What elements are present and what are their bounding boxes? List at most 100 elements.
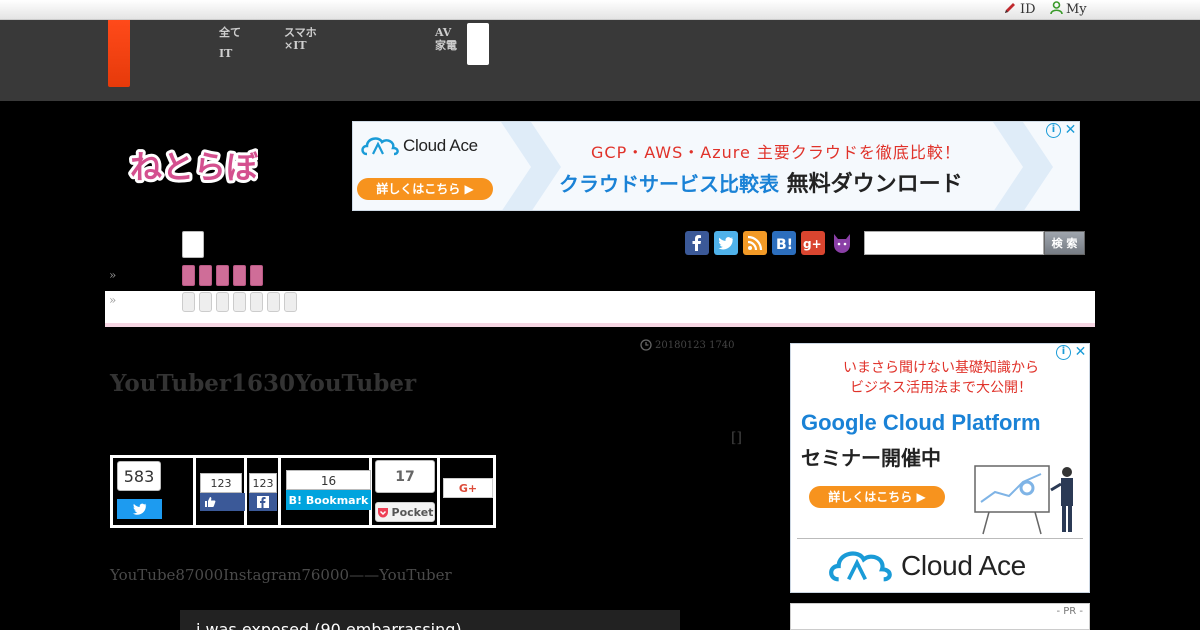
ad-info-icon[interactable]: i	[1056, 345, 1071, 360]
side-ad-line1: いまさら聞けない基礎知識から	[843, 360, 1039, 376]
side-banner-ad[interactable]: いまさら聞けない基礎知識から ビジネス活用法まで大公開！ Google Clou…	[790, 343, 1090, 593]
facebook-icon[interactable]	[685, 231, 709, 255]
nav-item-smartphone-line2: ×IT	[284, 39, 307, 52]
nav-item-av-line2: 家電	[435, 39, 457, 52]
share-buttons: 583 123 123 16 B! Bookmark 17 Pocket G+	[110, 455, 496, 528]
subcategory-tab[interactable]	[216, 292, 229, 312]
breadcrumb-marker: »	[109, 268, 117, 282]
subcategory-tab[interactable]	[182, 292, 195, 312]
subcategory-tab[interactable]	[199, 292, 212, 312]
utility-bar: ID My	[0, 0, 1200, 20]
publish-date-text: 20180123 1740	[655, 339, 735, 351]
ad-controls: i ✕	[1046, 123, 1078, 138]
my-link[interactable]: My	[1050, 1, 1087, 19]
side-ad-subhead: セミナー開催中	[801, 446, 941, 470]
nav-item-all[interactable]: 全て IT	[219, 26, 241, 60]
pr-section: - PR -	[790, 603, 1090, 630]
nav-menu-box[interactable]	[467, 23, 489, 65]
twitter-share: 583	[113, 458, 196, 525]
my-link-label: My	[1066, 2, 1087, 17]
svg-text:g+: g+	[803, 237, 822, 251]
ad-info-icon[interactable]: i	[1046, 123, 1061, 138]
gplus-share: G+	[440, 458, 496, 525]
search-button[interactable]: 検 索	[1044, 231, 1085, 255]
nav-item-smartphone-line1: スマホ	[284, 26, 317, 39]
category-tab[interactable]	[250, 265, 263, 286]
top-banner-ad[interactable]: Cloud Ace 詳しくはこちら ▶ GCP・AWS・Azure 主要クラウド…	[352, 121, 1080, 211]
side-ad-copy: いまさら聞けない基礎知識から ビジネス活用法まで大公開！	[791, 358, 1089, 398]
subcategory-tab[interactable]	[233, 292, 246, 312]
chevron-decoration	[993, 122, 1053, 210]
presenter-illustration	[974, 465, 1073, 535]
pencil-icon	[1003, 1, 1017, 19]
pocket-label: Pocket	[391, 505, 434, 519]
side-cloudace-logo: Cloud Ace	[827, 546, 1026, 586]
facebook-like: 123	[196, 458, 247, 525]
clock-icon	[640, 339, 652, 351]
facebook-share-count: 123	[249, 473, 277, 493]
side-ad-divider	[797, 538, 1083, 539]
svg-text:B!: B!	[776, 237, 793, 253]
cloud-icon	[829, 551, 892, 582]
pocket-count: 17	[375, 460, 435, 493]
category-tab[interactable]	[199, 265, 212, 286]
search-input[interactable]	[864, 231, 1044, 255]
video-title: i was exposed (90 embarrassing)...	[196, 620, 477, 630]
ad-close-icon[interactable]: ✕	[1073, 345, 1088, 360]
rss-icon[interactable]	[743, 231, 767, 255]
category-tab[interactable]	[182, 265, 195, 286]
id-link-label: ID	[1020, 2, 1036, 17]
embedded-video[interactable]: i was exposed (90 embarrassing)...	[180, 610, 680, 630]
side-ad-detail-button[interactable]: 詳しくはこちら ▶	[809, 486, 945, 508]
nav-item-smartphone[interactable]: スマホ ×IT	[284, 26, 317, 52]
side-cloudace-word: Cloud Ace	[901, 550, 1026, 581]
site-logo[interactable]: ねとらぼ ねとらぼ	[127, 140, 262, 192]
ad-detail-button[interactable]: 詳しくはこちら ▶	[357, 178, 493, 200]
social-links: B! g+	[685, 231, 854, 255]
thumbs-up-icon	[205, 497, 216, 507]
facebook-like-button[interactable]	[200, 493, 245, 511]
hatena-icon[interactable]: B!	[772, 231, 796, 255]
id-link[interactable]: ID	[1003, 1, 1036, 19]
ad-close-icon[interactable]: ✕	[1063, 123, 1078, 138]
hatena-bookmark-button[interactable]: B! Bookmark	[286, 490, 371, 510]
twitter-share-button[interactable]	[117, 499, 162, 519]
hatena-share: 16 B! Bookmark	[281, 458, 372, 525]
twitter-bird-icon	[132, 503, 146, 515]
facebook-share: 123	[247, 458, 281, 525]
side-ad-product: Google Cloud Platform	[801, 410, 1041, 435]
twitter-icon[interactable]	[714, 231, 738, 255]
nav-item-all-line1: 全て	[219, 26, 241, 39]
subcategory-tab[interactable]	[250, 292, 263, 312]
category-tab[interactable]	[216, 265, 229, 286]
ad-headline-1: GCP・AWS・Azure 主要クラウドを徹底比較！	[591, 143, 961, 162]
pr-label: - PR -	[1056, 606, 1083, 617]
facebook-like-count: 123	[200, 473, 242, 493]
google-plus-icon[interactable]: g+	[801, 231, 825, 255]
subnav-menu-box[interactable]	[182, 231, 204, 258]
hatena-count: 16	[286, 470, 371, 490]
cloudace-logo: Cloud Ace	[361, 134, 478, 158]
logo-text: ねとらぼ	[130, 148, 258, 186]
article-mini-text: []	[731, 430, 742, 446]
subcategory-tab[interactable]	[267, 292, 280, 312]
cat-mascot-icon[interactable]	[830, 231, 854, 255]
facebook-share-button[interactable]	[249, 493, 277, 511]
subcategory-tab[interactable]	[284, 292, 297, 312]
gplus-button[interactable]: G+	[443, 478, 493, 498]
pocket-button[interactable]: Pocket	[375, 502, 435, 522]
global-nav: 全て IT スマホ ×IT AV 家電	[0, 20, 1200, 101]
chevron-decoration	[501, 122, 561, 210]
category-tab[interactable]	[233, 265, 246, 286]
home-tab[interactable]	[108, 20, 130, 87]
pocket-share: 17 Pocket	[372, 458, 440, 525]
article-lead: YouTube87000Instagram76000——YouTuber	[110, 566, 452, 584]
article-title: YouTuber1630YouTuber	[110, 370, 417, 397]
nav-item-av[interactable]: AV 家電	[435, 26, 457, 52]
pocket-icon	[377, 507, 388, 517]
sub-category-bar: »	[105, 291, 1095, 327]
breadcrumb-marker: »	[109, 293, 117, 307]
twitter-count: 583	[117, 461, 161, 491]
cloud-icon	[361, 137, 399, 156]
ad-headline-2: クラウドサービス比較表 無料ダウンロード	[559, 166, 963, 198]
